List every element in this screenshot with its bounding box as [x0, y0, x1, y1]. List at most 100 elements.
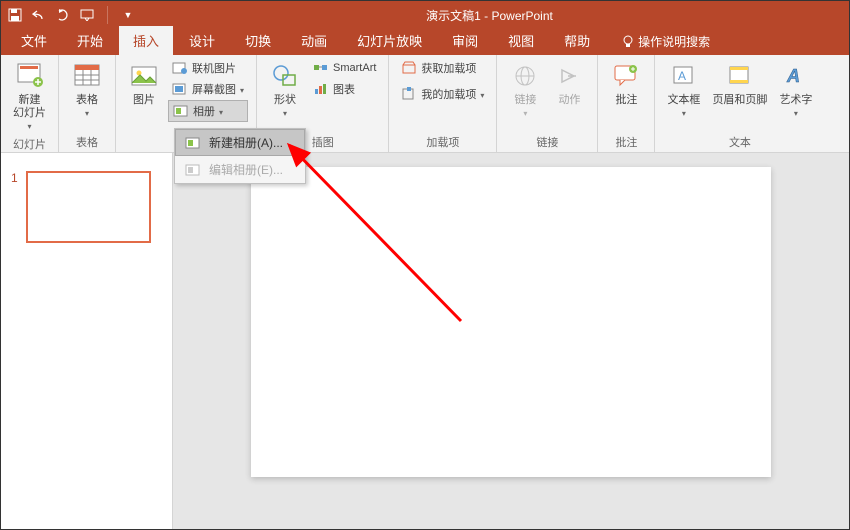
table-label: 表格 [76, 94, 98, 107]
slide-edit-area[interactable] [173, 153, 849, 529]
action-icon [553, 60, 585, 92]
screenshot-button[interactable]: 屏幕截图 ▾ [168, 79, 248, 99]
pictures-icon [128, 60, 160, 92]
thumbnail-preview [26, 171, 151, 243]
menu-new-album[interactable]: 新建相册(A)... [175, 129, 305, 156]
online-pictures-icon [172, 60, 188, 76]
chevron-down-icon: ▾ [85, 109, 89, 118]
wordart-icon: A [780, 60, 812, 92]
menu-new-album-label: 新建相册(A)... [209, 134, 283, 151]
group-slides: 新建 幻灯片 ▾ 幻灯片 [1, 55, 59, 152]
header-footer-button[interactable]: 页眉和页脚 [708, 58, 771, 109]
redo-icon[interactable] [55, 7, 71, 23]
chevron-down-icon: ▾ [240, 86, 244, 95]
action-button: 动作 [549, 58, 589, 109]
album-new-icon [185, 136, 201, 150]
window-title: 演示文稿1 - PowerPoint [136, 7, 843, 24]
album-dropdown-menu: 新建相册(A)... 编辑相册(E)... [174, 128, 306, 184]
chart-icon [313, 81, 329, 97]
group-text-label: 文本 [663, 131, 816, 152]
addins-icon [401, 86, 417, 102]
tab-help[interactable]: 帮助 [550, 26, 604, 55]
wordart-button[interactable]: A 艺术字 ▾ [775, 58, 816, 120]
action-label: 动作 [558, 94, 580, 107]
comment-button[interactable]: 批注 [606, 58, 646, 109]
get-addins-button[interactable]: 获取加载项 [397, 58, 488, 78]
menu-edit-album-label: 编辑相册(E)... [209, 161, 283, 178]
chevron-down-icon: ▾ [523, 109, 527, 118]
slide-thumbnail[interactable]: 1 [11, 171, 162, 243]
chevron-down-icon: ▾ [283, 109, 287, 118]
textbox-icon: A [668, 60, 700, 92]
chevron-down-icon: ▾ [794, 109, 798, 118]
group-comments: 批注 批注 [598, 55, 655, 152]
link-label: 链接 [514, 94, 536, 107]
chart-label: 图表 [333, 81, 355, 97]
tab-insert[interactable]: 插入 [119, 26, 173, 55]
smartart-button[interactable]: SmartArt [309, 58, 380, 78]
link-icon [509, 60, 541, 92]
table-icon [71, 60, 103, 92]
smartart-label: SmartArt [333, 62, 376, 74]
header-footer-icon [724, 60, 756, 92]
wordart-label: 艺术字 [779, 94, 812, 107]
link-button: 链接 ▾ [505, 58, 545, 120]
tab-design[interactable]: 设计 [175, 26, 229, 55]
tab-file[interactable]: 文件 [7, 26, 61, 55]
group-addins-label: 加载项 [397, 131, 488, 152]
save-icon[interactable] [7, 7, 23, 23]
quick-access-toolbar: ▼ [7, 6, 136, 24]
pictures-button[interactable]: 图片 [124, 58, 164, 109]
chevron-down-icon: ▾ [480, 91, 484, 100]
svg-text:A: A [786, 66, 800, 86]
thumbnail-panel[interactable]: 1 [1, 153, 173, 529]
group-addins: 获取加载项 我的加载项 ▾ 加载项 [389, 55, 497, 152]
tab-slideshow[interactable]: 幻灯片放映 [343, 26, 436, 55]
tab-home[interactable]: 开始 [63, 26, 117, 55]
new-slide-label: 新建 幻灯片 [13, 94, 46, 120]
group-comments-label: 批注 [606, 131, 646, 152]
chart-button[interactable]: 图表 [309, 79, 380, 99]
undo-icon[interactable] [31, 7, 47, 23]
screenshot-icon [172, 81, 188, 97]
get-addins-label: 获取加载项 [421, 60, 476, 76]
tab-transitions[interactable]: 切换 [231, 26, 285, 55]
online-pictures-button[interactable]: 联机图片 [168, 58, 248, 78]
slide-canvas[interactable] [251, 167, 771, 477]
shapes-button[interactable]: 形状 ▾ [265, 58, 305, 120]
tab-review[interactable]: 审阅 [438, 26, 492, 55]
qat-customize-icon[interactable]: ▼ [120, 7, 136, 23]
new-slide-button[interactable]: 新建 幻灯片 ▾ [9, 58, 50, 133]
tab-view[interactable]: 视图 [494, 26, 548, 55]
ribbon-tabs: 文件 开始 插入 设计 切换 动画 幻灯片放映 审阅 视图 帮助 操作说明搜索 [1, 29, 849, 55]
table-button[interactable]: 表格 ▾ [67, 58, 107, 120]
textbox-label: 文本框 [667, 94, 700, 107]
comment-icon [610, 60, 642, 92]
slideshow-start-icon[interactable] [79, 7, 95, 23]
new-slide-icon [14, 60, 46, 92]
my-addins-label: 我的加载项 [421, 86, 476, 102]
chevron-down-icon: ▾ [219, 108, 223, 117]
my-addins-button[interactable]: 我的加载项 ▾ [397, 84, 488, 104]
shapes-label: 形状 [274, 94, 296, 107]
group-links-label: 链接 [505, 131, 589, 152]
content-area: 1 [1, 153, 849, 529]
textbox-button[interactable]: A 文本框 ▾ [663, 58, 704, 120]
title-bar: ▼ 演示文稿1 - PowerPoint [1, 1, 849, 29]
qat-separator [107, 6, 108, 24]
album-button[interactable]: 相册 ▾ [168, 100, 248, 122]
tell-me-search[interactable]: 操作说明搜索 [614, 28, 718, 55]
group-text: A 文本框 ▾ 页眉和页脚 A 艺术字 ▾ 文本 [655, 55, 824, 152]
pictures-label: 图片 [133, 94, 155, 107]
group-slides-label: 幻灯片 [9, 133, 50, 154]
tab-animations[interactable]: 动画 [287, 26, 341, 55]
online-pictures-label: 联机图片 [192, 60, 236, 76]
album-label: 相册 [193, 103, 215, 119]
ribbon: 新建 幻灯片 ▾ 幻灯片 表格 ▾ 表格 图片 [1, 55, 849, 153]
store-icon [401, 60, 417, 76]
screenshot-label: 屏幕截图 [192, 81, 236, 97]
group-tables: 表格 ▾ 表格 [59, 55, 116, 152]
comment-label: 批注 [615, 94, 637, 107]
thumbnail-number: 1 [11, 171, 18, 243]
shapes-icon [269, 60, 301, 92]
